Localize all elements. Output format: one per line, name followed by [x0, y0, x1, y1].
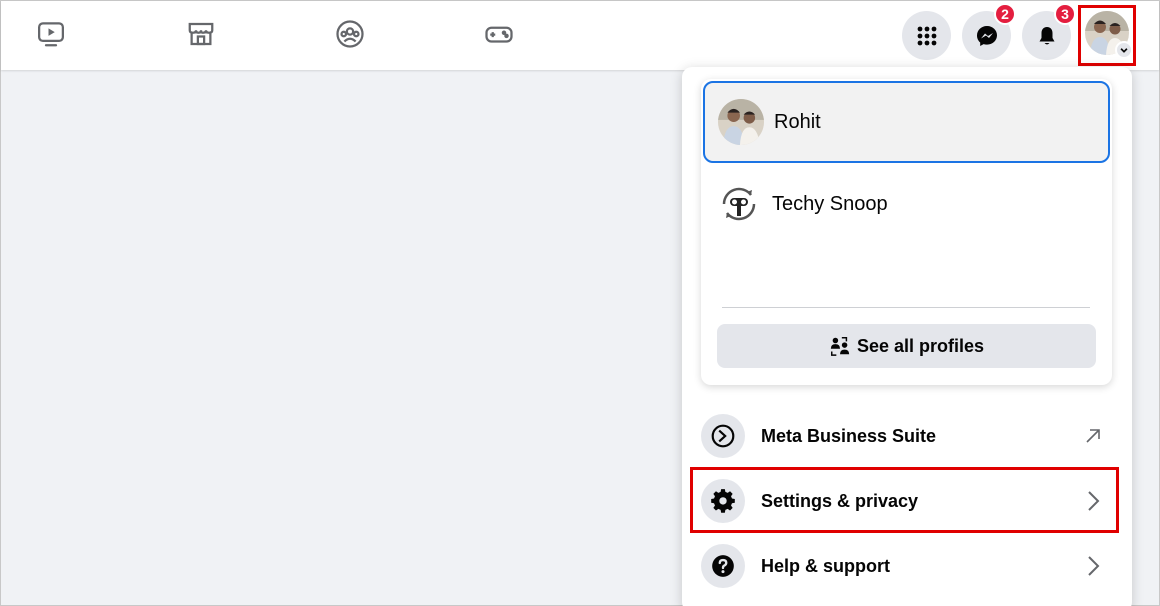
profile-name: Techy Snoop — [772, 192, 888, 215]
groups-icon[interactable] — [333, 17, 367, 51]
question-icon — [701, 544, 745, 588]
profile-item-techy-snoop[interactable]: Techy Snoop — [703, 163, 1110, 245]
techy-snoop-logo-icon — [716, 181, 762, 227]
chevron-right-icon — [1088, 491, 1100, 511]
chevron-down-icon[interactable] — [1115, 41, 1133, 59]
bell-icon — [1039, 26, 1054, 44]
external-arrow-icon — [1086, 429, 1100, 443]
account-button-highlight[interactable] — [1078, 5, 1136, 66]
divider — [722, 307, 1090, 308]
profile-avatar — [718, 99, 764, 145]
notifications-badge: 3 — [1054, 3, 1076, 25]
menu-item-settings-privacy[interactable]: Settings & privacy — [692, 471, 1117, 531]
profile-name: Rohit — [774, 110, 821, 133]
account-dropdown-menu: Rohit Techy Snoop See all profiles Meta … — [682, 67, 1132, 606]
menu-item-label: Meta Business Suite — [761, 425, 937, 446]
menu-item-meta-business-suite[interactable]: Meta Business Suite — [692, 406, 1117, 466]
see-all-profiles-button[interactable]: See all profiles — [717, 324, 1096, 368]
messenger-icon — [976, 25, 997, 46]
video-icon[interactable] — [34, 17, 68, 51]
menu-grid-button[interactable] — [902, 11, 951, 60]
switch-profiles-icon — [830, 337, 850, 356]
menu-item-label: Help & support — [761, 555, 890, 576]
see-all-profiles-label: See all profiles — [856, 335, 985, 356]
menu-item-label: Settings & privacy — [761, 490, 919, 511]
chevron-right-icon — [1088, 556, 1100, 576]
messenger-button[interactable]: 2 — [962, 3, 1016, 60]
notifications-button[interactable]: 3 — [1022, 3, 1076, 60]
top-navigation-bar: 2 3 — [1, 1, 1159, 70]
grid-icon — [917, 26, 936, 45]
meta-business-icon — [701, 414, 745, 458]
profile-item-rohit[interactable]: Rohit — [703, 81, 1110, 163]
profiles-card: Rohit Techy Snoop See all profiles — [701, 79, 1112, 385]
messenger-badge: 2 — [994, 3, 1016, 25]
menu-item-help-support[interactable]: Help & support — [692, 536, 1117, 596]
marketplace-icon[interactable] — [184, 17, 218, 51]
gaming-icon[interactable] — [482, 17, 516, 51]
gear-icon — [701, 479, 745, 523]
